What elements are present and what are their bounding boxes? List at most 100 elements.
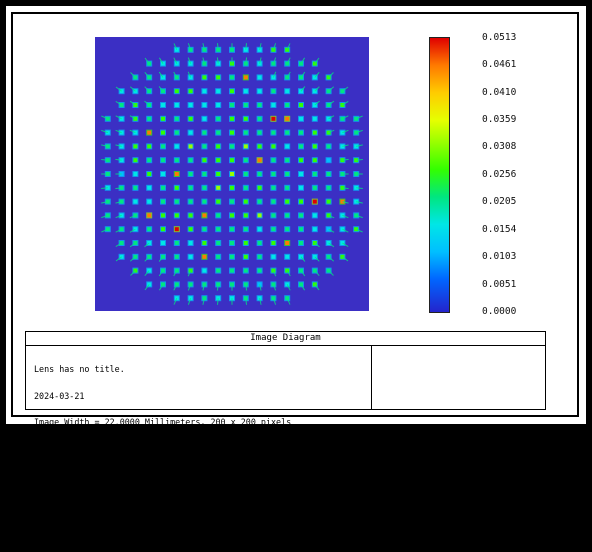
spot (146, 129, 153, 136)
spot (229, 157, 235, 164)
spot (146, 143, 153, 150)
spot (160, 184, 166, 191)
spot (115, 184, 125, 191)
spot (284, 102, 291, 108)
spot (215, 43, 222, 53)
spot (101, 212, 111, 219)
spot (284, 198, 291, 205)
spot (325, 171, 332, 177)
spot (173, 143, 180, 150)
spot (284, 295, 291, 305)
spot (311, 253, 320, 262)
spot (298, 184, 304, 191)
colorbar-tick-label: 0.0103 (482, 251, 517, 262)
spot (339, 143, 349, 150)
spot (201, 295, 208, 305)
spot (256, 281, 263, 291)
spot (187, 226, 194, 233)
spot (325, 143, 332, 150)
spot (158, 86, 166, 95)
spot (144, 57, 153, 67)
spot (284, 157, 291, 164)
spot (311, 115, 318, 122)
spot (298, 267, 306, 277)
spot (187, 57, 194, 67)
spot (101, 129, 111, 136)
colorbar-tick-label: 0.0461 (482, 59, 517, 70)
spot (256, 143, 263, 150)
spot (242, 74, 249, 81)
spot (215, 184, 222, 191)
spot (115, 226, 125, 233)
spot (284, 226, 291, 233)
spot (215, 102, 222, 108)
spot (129, 212, 139, 219)
spot (187, 295, 194, 305)
spot (115, 198, 125, 205)
spot (284, 171, 291, 177)
spot (256, 102, 263, 108)
spot (270, 129, 277, 136)
spot (242, 171, 249, 177)
spot (215, 240, 222, 246)
info-line (34, 498, 301, 507)
spot (284, 129, 291, 136)
spot (256, 184, 263, 191)
image-diagram-plot (95, 37, 369, 311)
spot (158, 57, 166, 67)
colorbar-tick-label: 0.0359 (482, 114, 517, 125)
spot (284, 253, 291, 260)
spot (101, 198, 111, 205)
spot (160, 171, 166, 177)
colorbar-tick-label: 0.0051 (482, 279, 517, 290)
spot (201, 171, 208, 177)
spot (284, 57, 291, 67)
spot (339, 171, 349, 177)
panel-divider (371, 345, 372, 409)
spot (158, 267, 166, 277)
panel-text: Lens has no title. 2024-03-21 Image Widt… (34, 347, 301, 552)
spot (256, 57, 263, 67)
spot (187, 143, 194, 150)
info-line: Surface: 12. Units are watts per Millime… (34, 524, 302, 535)
spot (173, 226, 180, 233)
spot (353, 198, 363, 205)
spot (132, 143, 139, 150)
spot (173, 129, 180, 136)
spot (298, 57, 306, 67)
spot (339, 198, 349, 205)
spot (270, 253, 277, 260)
spot (311, 86, 320, 95)
spot (229, 129, 235, 136)
spot (144, 71, 153, 81)
spot (242, 102, 249, 108)
spot (201, 102, 208, 108)
spot (201, 253, 208, 260)
spot (270, 171, 277, 177)
spot (173, 253, 180, 260)
spot (353, 129, 363, 136)
spot (325, 129, 335, 136)
spot (115, 143, 125, 150)
spot (160, 129, 166, 136)
spot (256, 74, 263, 81)
spot (173, 212, 180, 219)
colorbar-tick-label: 0.0308 (482, 141, 517, 152)
spot (256, 212, 263, 219)
spot (325, 212, 335, 219)
spot (229, 281, 235, 291)
spot (298, 226, 304, 233)
spot (115, 240, 125, 248)
spot (115, 129, 125, 136)
spot (242, 43, 249, 53)
spot (242, 198, 249, 205)
spot (173, 57, 180, 67)
spot (270, 240, 277, 246)
spot (242, 57, 249, 67)
spot (242, 129, 249, 136)
spot (270, 43, 277, 53)
spot (311, 171, 318, 177)
spot (173, 295, 180, 305)
spot (187, 240, 194, 246)
spot (132, 157, 139, 164)
